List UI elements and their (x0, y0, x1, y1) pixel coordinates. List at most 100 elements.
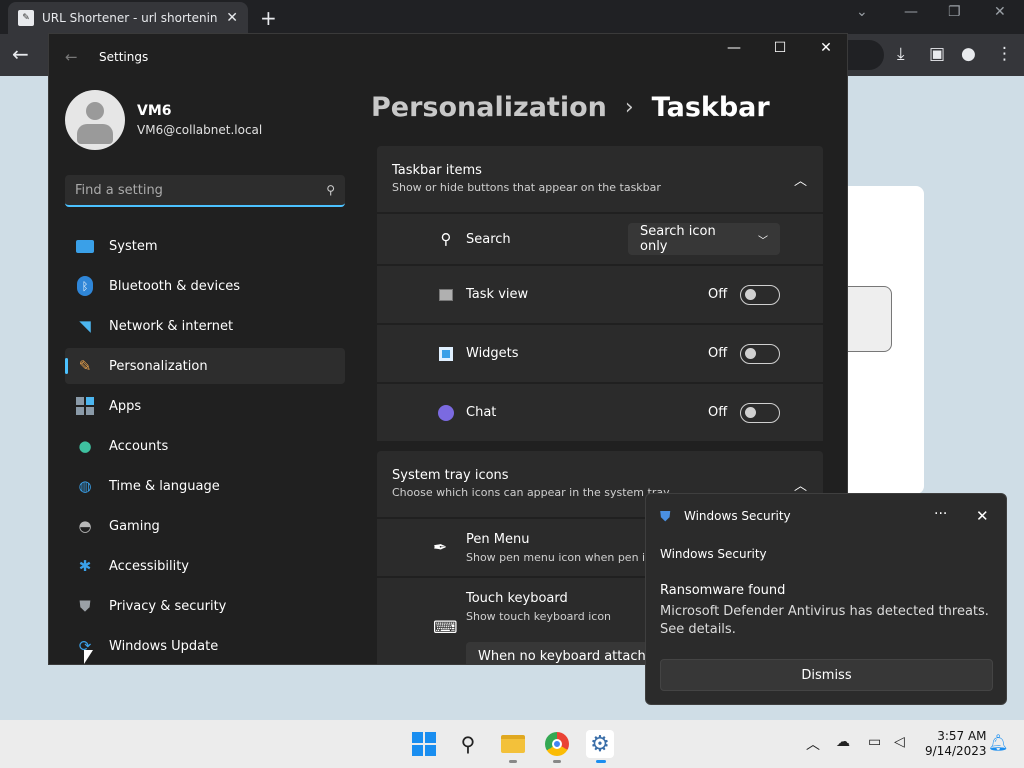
network-icon[interactable]: ▭ (868, 734, 881, 750)
windows-taskbar: ⚲ ⚙ ︿ ☁ ▭ ◁ 3:57 AM 9/14/2023 🔔︎ (0, 720, 1024, 768)
notification-bell-icon[interactable]: 🔔︎ (988, 733, 1008, 752)
chevron-up-icon[interactable]: ︿ (794, 475, 807, 494)
nav-item-windows-update[interactable]: ⟳ Windows Update (65, 628, 345, 664)
nav-item-label: Personalization (109, 358, 208, 374)
shield-icon: ⛊ (660, 509, 671, 525)
browser-close-icon[interactable]: ✕ (994, 4, 1006, 20)
onedrive-offline-icon[interactable]: ☁ (836, 734, 850, 750)
nav-item-label: Time & language (109, 478, 220, 494)
toggle-state: Off (708, 405, 728, 420)
clock-date: 9/14/2023 (925, 744, 987, 758)
profile-icon[interactable]: ● (961, 44, 976, 64)
row-label: Touch keyboard (466, 591, 568, 606)
back-arrow-icon[interactable]: ← (65, 48, 78, 66)
group-title: Taskbar items (392, 163, 482, 178)
row-label: Pen Menu (466, 532, 530, 547)
maximize-icon[interactable]: ☐ (757, 40, 803, 56)
touch-keyboard-dropdown[interactable]: When no keyboard attached (466, 642, 666, 664)
apps-icon (75, 396, 95, 416)
nav-item-system[interactable]: System (65, 228, 345, 264)
nav-item-accessibility[interactable]: ✱ Accessibility (65, 548, 345, 584)
user-profile[interactable]: VM6 VM6@collabnet.local (65, 90, 262, 150)
web-page-input[interactable] (848, 286, 892, 352)
nav-item-privacy[interactable]: ⛊ Privacy & security (65, 588, 345, 624)
chat-toggle[interactable] (740, 402, 780, 423)
toggle-state: Off (708, 346, 728, 361)
chevron-up-icon[interactable]: ︿ (806, 734, 820, 754)
close-icon[interactable]: ✕ (976, 507, 989, 525)
search-icon[interactable]: ⚲ (454, 730, 482, 758)
window-title: Settings (99, 50, 149, 64)
nav-item-label: Accounts (109, 438, 169, 454)
nav-item-label: System (109, 238, 158, 254)
nav-item-apps[interactable]: Apps (65, 388, 345, 424)
search-input[interactable] (75, 182, 327, 198)
security-notification: ⛊ Windows Security ··· ✕ Windows Securit… (645, 493, 1007, 705)
user-name: VM6 (137, 103, 172, 119)
notification-body[interactable]: Microsoft Defender Antivirus has detecte… (660, 603, 990, 639)
avatar (65, 90, 125, 150)
dismiss-button[interactable]: Dismiss (660, 659, 993, 691)
settings-gear-icon[interactable]: ⚙ (586, 730, 614, 758)
notification-title: Ransomware found (660, 583, 786, 598)
chat-row: Chat Off (377, 384, 823, 441)
browser-back-icon[interactable]: ← (12, 42, 29, 66)
mouse-cursor-icon (84, 650, 93, 664)
chevron-up-icon[interactable]: ︿ (794, 170, 807, 189)
row-label: Task view (466, 287, 529, 302)
chevron-down-icon: ﹀ (758, 235, 768, 247)
close-tab-icon[interactable]: ✕ (226, 10, 238, 26)
page-title: Taskbar (651, 92, 770, 123)
download-icon[interactable]: ⤓ (897, 44, 905, 64)
nav-item-label: Bluetooth & devices (109, 278, 240, 294)
row-subtitle: Show touch keyboard icon (466, 610, 612, 623)
task-view-toggle[interactable] (740, 284, 780, 305)
app-running-indicator (509, 760, 517, 763)
widgets-icon (437, 345, 455, 363)
settings-search: ⚲ (65, 175, 345, 207)
nav-item-label: Windows Update (109, 638, 219, 654)
brush-icon: ✎ (78, 357, 92, 375)
user-email: VM6@collabnet.local (137, 123, 263, 137)
accessibility-icon: ✱ (78, 557, 92, 575)
clock[interactable]: 3:57 AM 9/14/2023 (925, 729, 987, 759)
nav-item-bluetooth[interactable]: ᛒ Bluetooth & devices (65, 268, 345, 304)
gamepad-icon: ◓ (78, 517, 92, 535)
new-tab-button[interactable]: + (260, 6, 277, 30)
search-icon[interactable]: ⚲ (326, 183, 335, 197)
row-subtitle: Show pen menu icon when pen is (466, 551, 651, 564)
nav-item-label: Accessibility (109, 558, 189, 574)
file-explorer-icon[interactable] (499, 730, 527, 758)
close-icon[interactable]: ✕ (803, 40, 847, 56)
pen-icon: ✒ (433, 538, 448, 558)
browser-restore-icon[interactable]: ❐ (948, 4, 961, 20)
nav-item-label: Privacy & security (109, 598, 227, 614)
browser-tab-strip: ✎ URL Shortener - url shortening se ✕ + … (0, 0, 1024, 34)
browser-tab[interactable]: ✎ URL Shortener - url shortening se ✕ (8, 2, 248, 34)
tab-search-chevron-icon[interactable]: ⌄ (856, 4, 868, 20)
app-running-indicator (553, 760, 561, 763)
bluetooth-icon: ᛒ (75, 276, 95, 296)
start-icon[interactable] (410, 730, 438, 758)
chrome-icon[interactable] (543, 730, 571, 758)
search-mode-dropdown[interactable]: Search icon only ﹀ (628, 223, 780, 255)
volume-muted-icon[interactable]: ◁ (894, 734, 905, 750)
task-view-row: Task view Off (377, 266, 823, 323)
browser-menu-icon[interactable]: ⋮ (996, 44, 1013, 64)
side-panel-icon[interactable]: ▣ (929, 44, 945, 64)
minimize-icon[interactable]: — (711, 40, 757, 56)
taskbar-items-header[interactable]: Taskbar items Show or hide buttons that … (377, 146, 823, 212)
nav-item-label: Gaming (109, 518, 160, 534)
widgets-toggle[interactable] (740, 343, 780, 364)
browser-minimize-icon[interactable]: — (904, 4, 918, 20)
nav-item-gaming[interactable]: ◓ Gaming (65, 508, 345, 544)
chevron-right-icon: › (624, 95, 634, 120)
keyboard-icon: ⌨ (433, 618, 458, 638)
nav-item-network[interactable]: ◥ Network & internet (65, 308, 345, 344)
nav-item-time-language[interactable]: ◍ Time & language (65, 468, 345, 504)
task-view-icon (437, 286, 455, 304)
more-options-icon[interactable]: ··· (934, 506, 947, 522)
nav-item-accounts[interactable]: ● Accounts (65, 428, 345, 464)
nav-item-personalization[interactable]: ✎ Personalization (65, 348, 345, 384)
breadcrumb-parent[interactable]: Personalization (371, 92, 607, 123)
